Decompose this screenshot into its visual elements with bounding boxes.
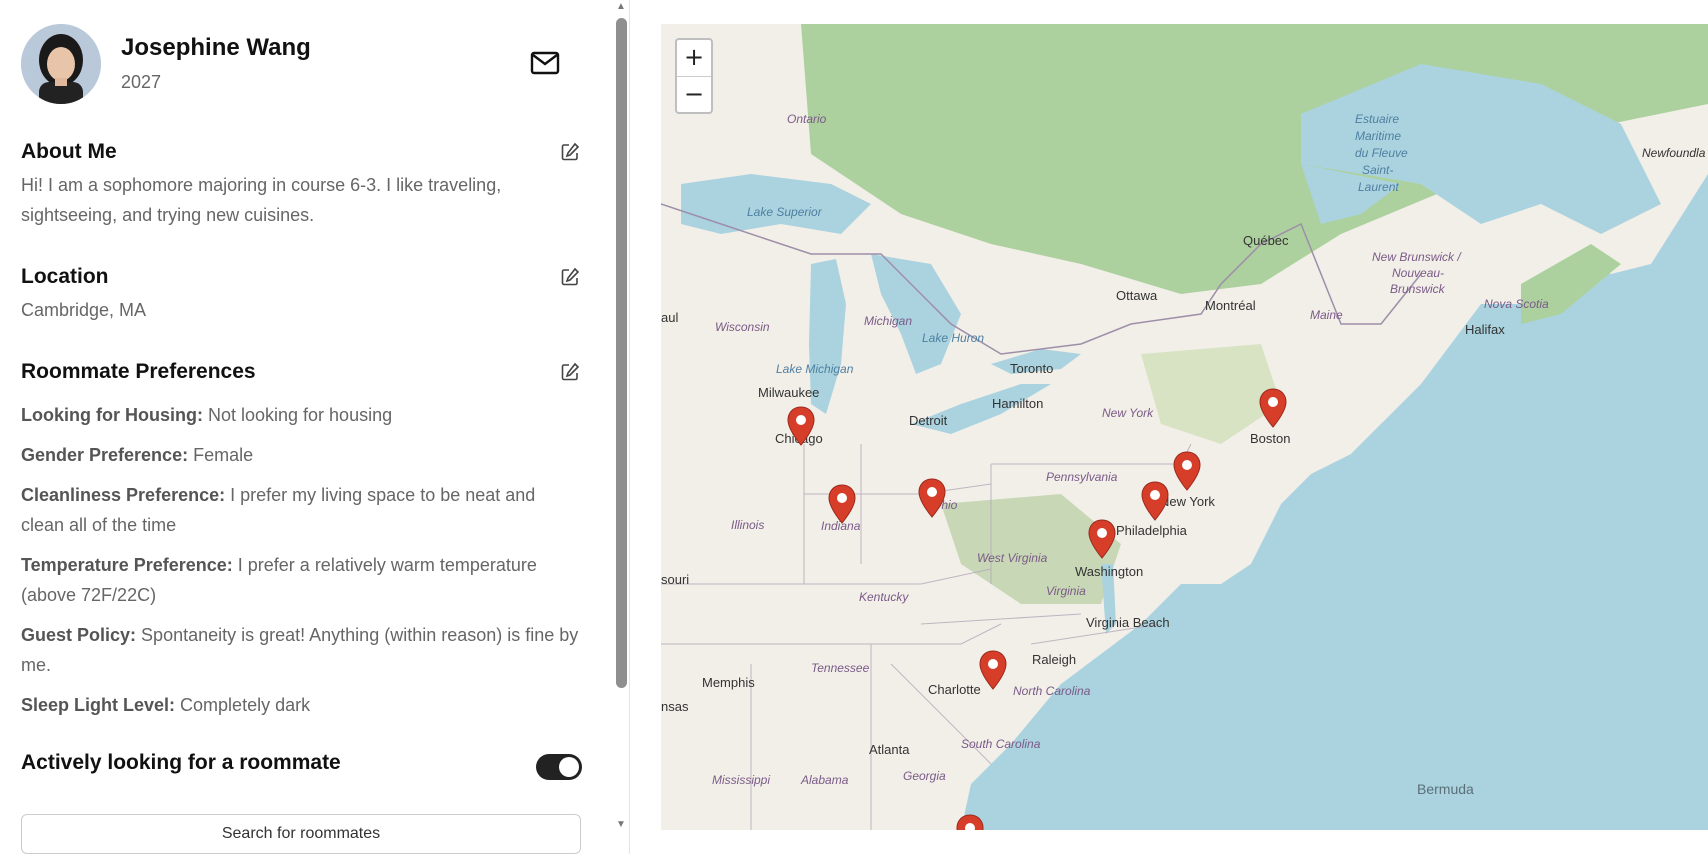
map-label: Québec xyxy=(1243,233,1289,248)
mail-icon[interactable] xyxy=(530,50,560,76)
about-title: About Me xyxy=(21,140,117,163)
map-label: Nouveau- xyxy=(1392,266,1445,280)
map[interactable] xyxy=(661,24,1708,830)
scrollbar-thumb[interactable] xyxy=(616,18,627,688)
pref-label: Temperature Preference: xyxy=(21,555,233,575)
map-label: Montréal xyxy=(1205,298,1256,313)
map-label: Philadelphia xyxy=(1116,523,1187,538)
edit-about-icon[interactable] xyxy=(560,142,580,162)
roommate-toggle-label: Actively looking for a roommate xyxy=(21,751,341,774)
map-marker-pin-icon[interactable] xyxy=(979,650,1007,690)
map-marker-pin-icon[interactable] xyxy=(918,478,946,518)
map-label: Pennsylvania xyxy=(1046,470,1118,484)
avatar xyxy=(21,24,101,104)
pref-gender: Gender Preference: Female xyxy=(21,440,581,470)
map-label: Bermuda xyxy=(1417,781,1474,797)
pref-value: Female xyxy=(193,445,254,465)
map-marker-pin-icon[interactable] xyxy=(828,484,856,524)
map-label: Halifax xyxy=(1465,322,1505,337)
scroll-up-arrow-icon[interactable]: ▲ xyxy=(614,0,628,14)
roommate-toggle[interactable] xyxy=(536,754,582,780)
map-label: Memphis xyxy=(702,675,755,690)
map-label: Georgia xyxy=(903,769,946,783)
map-marker-pin-icon[interactable] xyxy=(1173,451,1201,491)
edit-preferences-icon[interactable] xyxy=(560,362,580,382)
map-label: Tennessee xyxy=(811,661,870,675)
map-label: Michigan xyxy=(864,314,913,328)
pref-temperature: Temperature Preference: I prefer a relat… xyxy=(21,550,581,610)
preferences-title: Roommate Preferences xyxy=(21,360,256,383)
map-label: Atlanta xyxy=(869,742,910,757)
pref-housing: Looking for Housing: Not looking for hou… xyxy=(21,400,581,430)
map-label: Wisconsin xyxy=(715,320,770,334)
map-label: Lake Superior xyxy=(747,205,822,219)
map-label: New York xyxy=(1102,406,1154,420)
map-marker-pin-icon[interactable] xyxy=(787,406,815,446)
pref-cleanliness: Cleanliness Preference: I prefer my livi… xyxy=(21,480,581,540)
map-label: souri xyxy=(661,572,690,587)
profile-year: 2027 xyxy=(121,72,162,92)
map-label: North Carolina xyxy=(1013,684,1091,698)
pref-value: Completely dark xyxy=(180,695,311,715)
map-marker-pin-icon[interactable] xyxy=(956,814,984,830)
zoom-in-button[interactable]: + xyxy=(677,40,711,77)
map-label: Virginia xyxy=(1046,584,1086,598)
scroll-down-arrow-icon[interactable]: ▼ xyxy=(614,818,628,832)
map-label: South Carolina xyxy=(961,737,1041,751)
map-label: Alabama xyxy=(801,773,849,787)
zoom-control: + − xyxy=(675,38,713,114)
map-label: nsas xyxy=(661,699,689,714)
map-label: Newfoundla xyxy=(1642,146,1706,160)
map-label: Ottawa xyxy=(1116,288,1158,303)
pref-label: Gender Preference: xyxy=(21,445,189,465)
map-label: New Brunswick / xyxy=(1372,250,1461,264)
pref-guest: Guest Policy: Spontaneity is great! Anyt… xyxy=(21,620,581,680)
pref-sleep-light: Sleep Light Level: Completely dark xyxy=(21,690,581,720)
map-label: Maritime xyxy=(1355,129,1402,143)
location-value: Cambridge, MA xyxy=(21,300,147,320)
map-marker-pin-icon[interactable] xyxy=(1141,481,1169,521)
map-label: Nova Scotia xyxy=(1484,297,1549,311)
map-label: Raleigh xyxy=(1032,652,1077,667)
map-label: Brunswick xyxy=(1390,282,1445,296)
map-label: Milwaukee xyxy=(758,385,820,400)
map-label: Hamilton xyxy=(992,396,1044,411)
pref-value: Not looking for housing xyxy=(207,405,393,425)
map-label: Toronto xyxy=(1010,361,1054,376)
pref-label: Guest Policy: xyxy=(21,625,137,645)
map-label: Mississippi xyxy=(712,773,771,787)
profile-name: Josephine Wang xyxy=(121,34,311,61)
map-label: Washington xyxy=(1075,564,1144,579)
map-tiles xyxy=(661,24,1708,830)
map-label: Estuaire xyxy=(1355,112,1400,126)
map-label: Charlotte xyxy=(928,682,981,697)
map-label: du Fleuve xyxy=(1355,146,1408,160)
pref-label: Sleep Light Level: xyxy=(21,695,176,715)
map-label: Maine xyxy=(1310,308,1343,322)
map-label: Kentucky xyxy=(859,590,909,604)
panel-divider xyxy=(629,0,630,854)
map-label: Lake Huron xyxy=(922,331,985,345)
search-roommates-button[interactable]: Search for roommates xyxy=(21,814,581,854)
map-label: Boston xyxy=(1250,431,1291,446)
map-label: Ontario xyxy=(787,112,827,126)
about-text: Hi! I am a sophomore majoring in course … xyxy=(21,175,502,225)
map-label: Saint- xyxy=(1362,163,1394,177)
map-label: Detroit xyxy=(909,413,948,428)
map-label: Illinois xyxy=(731,518,765,532)
profile-panel: Josephine Wang 2027 About Me Hi! I am a … xyxy=(0,0,613,854)
pref-label: Looking for Housing: xyxy=(21,405,203,425)
map-marker-pin-icon[interactable] xyxy=(1088,519,1116,559)
map-label: Virginia Beach xyxy=(1086,615,1170,630)
pref-label: Cleanliness Preference: xyxy=(21,485,226,505)
map-label: Lake Michigan xyxy=(776,362,854,376)
toggle-knob xyxy=(559,757,579,777)
location-title: Location xyxy=(21,265,109,288)
map-marker-pin-icon[interactable] xyxy=(1259,388,1287,428)
edit-location-icon[interactable] xyxy=(560,267,580,287)
map-label: Laurent xyxy=(1358,180,1399,194)
map-label: West Virginia xyxy=(977,551,1048,565)
zoom-out-button[interactable]: − xyxy=(677,77,711,113)
map-label: aul xyxy=(661,310,679,325)
